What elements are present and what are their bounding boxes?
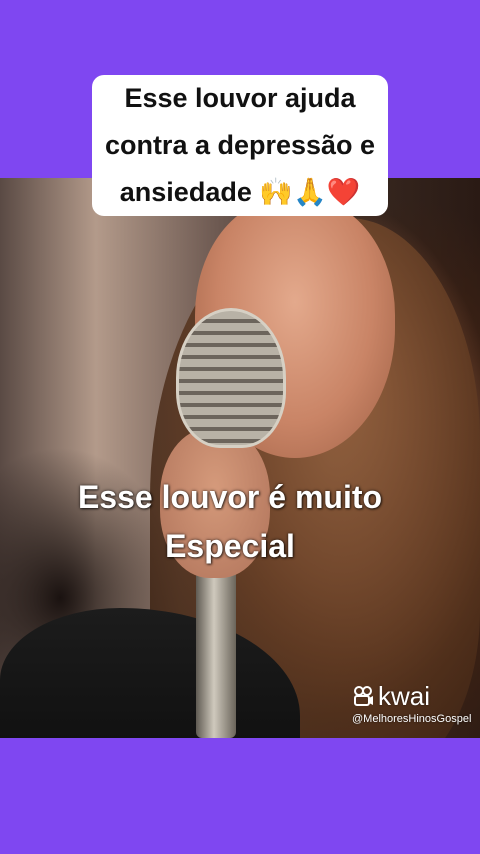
video-caption: Esse louvor é muito Especial [77,479,383,564]
kwai-logo: kwai [352,682,476,710]
kwai-watermark: kwai @MelhoresHinosGospel [352,682,476,726]
title-banner: Esse louvor ajuda contra a depressão e a… [92,75,388,216]
video-frame[interactable] [0,178,480,738]
banner-text: Esse louvor ajuda contra a depressão e a… [104,83,376,207]
microphone-icon [176,308,286,448]
watermark-handle: @MelhoresHinosGospel [352,713,472,725]
kwai-brand-text: kwai [378,681,431,711]
microphone-stem [196,568,236,738]
kwai-logo-icon [354,686,373,706]
